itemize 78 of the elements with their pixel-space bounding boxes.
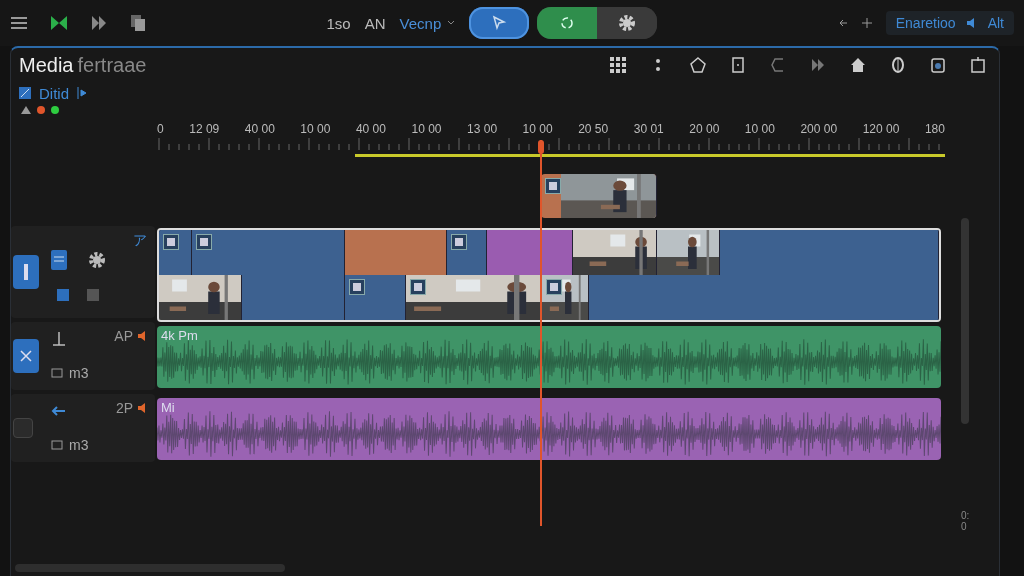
mute-checkbox[interactable] xyxy=(13,418,33,438)
anchor-icon[interactable] xyxy=(51,331,67,347)
readout: 1so xyxy=(326,14,351,32)
bowtie-icon[interactable] xyxy=(50,15,68,31)
video-clip[interactable] xyxy=(589,275,939,320)
ruler-label: 10 00 xyxy=(522,122,553,136)
copy-icon[interactable] xyxy=(130,14,146,32)
timecode: 0:0 xyxy=(961,510,967,532)
track-format: m3 xyxy=(69,437,89,453)
video-clip[interactable] xyxy=(487,230,573,275)
video-clip[interactable] xyxy=(159,230,192,275)
door-icon[interactable] xyxy=(729,56,747,74)
speaker-icon[interactable] xyxy=(137,331,147,341)
audio-clip[interactable]: Mi xyxy=(157,398,941,460)
menu-icon[interactable] xyxy=(10,16,28,30)
format-icon xyxy=(51,440,63,450)
video-clip[interactable] xyxy=(447,230,487,275)
ruler-label: 30 01 xyxy=(633,122,664,136)
speaker-icon[interactable] xyxy=(137,403,147,413)
ruler-label: 180 xyxy=(924,122,945,136)
skip-forward-icon[interactable] xyxy=(90,15,108,31)
panel-subtitle: fertraae xyxy=(77,53,147,77)
select-button[interactable] xyxy=(469,7,530,39)
font-label: AN xyxy=(364,14,386,32)
ruler-label: 200 00 xyxy=(800,122,838,136)
pentagon-icon[interactable] xyxy=(689,56,707,74)
caret-icon[interactable] xyxy=(447,20,456,26)
track-format: m3 xyxy=(69,365,89,381)
grid-icon[interactable] xyxy=(609,56,627,74)
arrow-left-icon[interactable] xyxy=(837,18,848,28)
ruler-label: 10 00 xyxy=(300,122,331,136)
cycle-icon xyxy=(559,15,576,31)
fast-forward-icon[interactable] xyxy=(809,56,827,74)
ruler-label: 10 00 xyxy=(411,122,442,136)
video-clip[interactable] xyxy=(192,230,345,275)
clip-label: 4k Pm xyxy=(161,328,198,343)
bin-icon xyxy=(19,87,31,99)
scrollbar[interactable] xyxy=(961,218,969,424)
video-clip[interactable] xyxy=(345,275,406,320)
track-label: 2P xyxy=(115,400,147,416)
move-icon[interactable] xyxy=(861,18,872,28)
video-clip[interactable] xyxy=(541,174,657,218)
track-toggle[interactable] xyxy=(13,255,39,289)
bar-icon xyxy=(24,264,28,280)
cursor-icon xyxy=(491,15,508,31)
home-icon[interactable] xyxy=(849,56,867,74)
audio-clip[interactable]: 4k Pm xyxy=(157,326,941,388)
video-clip[interactable] xyxy=(720,230,939,275)
ruler-label: 13 00 xyxy=(467,122,498,136)
arrow-left-icon[interactable] xyxy=(51,406,65,416)
format-icon xyxy=(51,368,63,378)
bin-indicator-icon xyxy=(77,87,87,99)
ruler-label: 20 00 xyxy=(689,122,720,136)
bin-label[interactable]: Ditid xyxy=(39,84,69,102)
device-icon[interactable] xyxy=(929,56,947,74)
ruler-label: 40 00 xyxy=(355,122,386,136)
video-clip[interactable] xyxy=(242,275,345,320)
triangle-icon xyxy=(21,106,31,114)
ruler-label: 120 00 xyxy=(862,122,900,136)
track-label: ア xyxy=(133,232,147,250)
close-icon xyxy=(20,350,32,362)
ruler-label: 20 50 xyxy=(578,122,609,136)
mode-dropdown[interactable]: Vecnp xyxy=(399,14,442,32)
mute-button[interactable] xyxy=(13,339,39,373)
ruler-label: 12 09 xyxy=(189,122,220,136)
playhead[interactable] xyxy=(538,140,544,526)
video-clip[interactable] xyxy=(345,230,447,275)
cycle-button[interactable] xyxy=(537,7,598,39)
side-panel-tab[interactable]: Enaretioo Alt xyxy=(885,11,1014,35)
clip-label: Mi xyxy=(161,400,175,415)
settings-icon[interactable] xyxy=(87,251,107,269)
clipboard-icon[interactable] xyxy=(969,56,987,74)
ruler-label: 0 xyxy=(157,122,164,136)
ruler-label: 10 00 xyxy=(744,122,775,136)
track-label: AP xyxy=(114,328,147,344)
ruler-label: 40 00 xyxy=(244,122,275,136)
settings-icon xyxy=(618,14,637,32)
panel-title: Media xyxy=(19,53,74,77)
